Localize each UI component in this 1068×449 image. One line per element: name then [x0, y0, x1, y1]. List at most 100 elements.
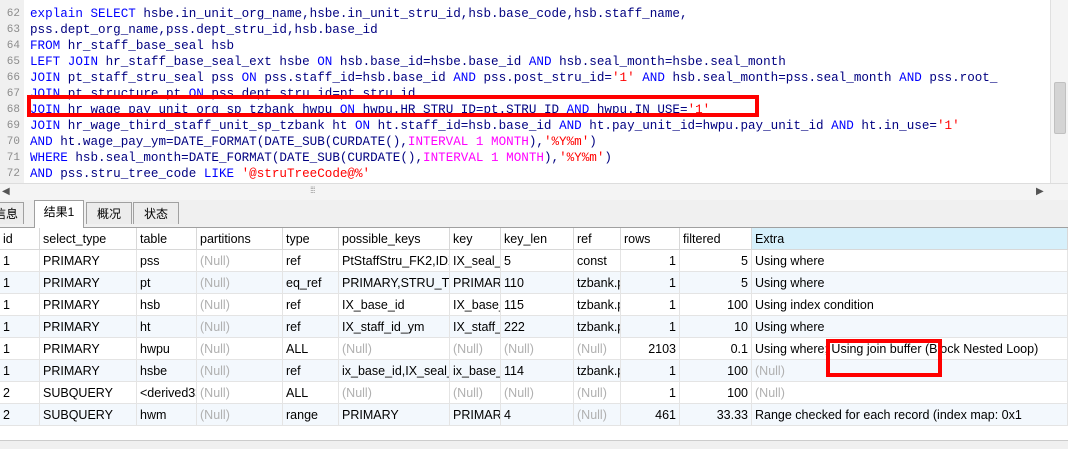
- table-cell[interactable]: (Null): [574, 404, 621, 426]
- table-cell[interactable]: 2: [0, 382, 40, 404]
- tab-info[interactable]: 信息: [0, 202, 24, 224]
- code-text[interactable]: AND ht.wage_pay_ym=DATE_FORMAT(DATE_SUB(…: [30, 134, 597, 151]
- table-cell[interactable]: 0.1: [680, 338, 752, 360]
- table-cell[interactable]: eq_ref: [283, 272, 339, 294]
- table-cell[interactable]: PRIMARY: [40, 272, 137, 294]
- table-cell[interactable]: 1: [621, 316, 680, 338]
- table-cell[interactable]: 2103: [621, 338, 680, 360]
- code-line[interactable]: 72 AND pss.stru_tree_code LIKE '@struTree…: [0, 166, 1050, 183]
- column-header-possible-keys[interactable]: possible_keys: [339, 228, 450, 250]
- table-cell[interactable]: IX_seal_r: [450, 250, 501, 272]
- table-cell[interactable]: const: [574, 250, 621, 272]
- editor-vertical-scrollbar[interactable]: [1050, 0, 1068, 183]
- table-cell[interactable]: pss: [137, 250, 197, 272]
- table-cell[interactable]: (Null): [752, 382, 1068, 404]
- table-cell[interactable]: 461: [621, 404, 680, 426]
- table-cell[interactable]: PtStaffStru_FK2,IDX: [339, 250, 450, 272]
- column-header-ref[interactable]: ref: [574, 228, 621, 250]
- table-cell[interactable]: Range checked for each record (index map…: [752, 404, 1068, 426]
- table-row[interactable]: 1 PRIMARY ht (Null) ref IX_staff_id_ym IX_staf…: [0, 316, 1068, 338]
- table-cell[interactable]: 33.33: [680, 404, 752, 426]
- tab-result1[interactable]: 结果1: [34, 200, 84, 228]
- table-cell[interactable]: 1: [0, 294, 40, 316]
- table-cell[interactable]: 115: [501, 294, 574, 316]
- table-cell[interactable]: tzbank.p: [574, 316, 621, 338]
- table-cell[interactable]: 5: [501, 250, 574, 272]
- code-line[interactable]: 66 JOIN pt_staff_stru_seal pss ON pss.sta…: [0, 70, 1050, 87]
- code-line[interactable]: 64 FROM hr_staff_base_seal hsb: [0, 38, 1050, 55]
- scroll-left-icon[interactable]: ◀: [2, 186, 14, 198]
- table-cell[interactable]: PRIMARY,STRU_TR: [339, 272, 450, 294]
- table-cell[interactable]: 1: [621, 294, 680, 316]
- tab-profile[interactable]: 概况: [86, 202, 132, 224]
- table-cell[interactable]: 110: [501, 272, 574, 294]
- explain-result-grid[interactable]: id select_type table partitions type possible…: [0, 228, 1068, 448]
- table-cell[interactable]: ALL: [283, 382, 339, 404]
- table-row[interactable]: 2 SUBQUERY hwm (Null) range PRIMARY PRIMAR 4 (Nu…: [0, 404, 1068, 426]
- code-line[interactable]: 71 WHERE hsb.seal_month=DATE_FORMAT(DATE_…: [0, 150, 1050, 167]
- table-cell[interactable]: (Null): [197, 382, 283, 404]
- table-cell[interactable]: hwpu: [137, 338, 197, 360]
- column-header-table[interactable]: table: [137, 228, 197, 250]
- table-cell[interactable]: range: [283, 404, 339, 426]
- table-cell[interactable]: 114: [501, 360, 574, 382]
- table-row[interactable]: 1 PRIMARY pt (Null) eq_ref PRIMARY,STRU_TR PRI…: [0, 272, 1068, 294]
- table-cell[interactable]: (Null): [574, 338, 621, 360]
- table-cell[interactable]: 1: [0, 338, 40, 360]
- code-line[interactable]: 70 AND ht.wage_pay_ym=DATE_FORMAT(DATE_SU…: [0, 134, 1050, 151]
- sql-editor[interactable]: 62 explain SELECT hsbe.in_unit_org_name,h…: [0, 0, 1068, 183]
- table-cell[interactable]: PRIMARY: [40, 338, 137, 360]
- table-cell[interactable]: 1: [0, 316, 40, 338]
- table-cell[interactable]: PRIMARY: [339, 404, 450, 426]
- table-cell[interactable]: (Null): [197, 272, 283, 294]
- table-cell[interactable]: ALL: [283, 338, 339, 360]
- table-cell[interactable]: 1: [621, 382, 680, 404]
- table-cell[interactable]: 10: [680, 316, 752, 338]
- table-cell[interactable]: ref: [283, 316, 339, 338]
- table-cell[interactable]: PRIMARY: [40, 316, 137, 338]
- table-cell[interactable]: PRIMARY: [450, 272, 501, 294]
- table-cell[interactable]: <derived3>: [137, 382, 197, 404]
- table-cell[interactable]: pt: [137, 272, 197, 294]
- column-header-filtered[interactable]: filtered: [680, 228, 752, 250]
- table-row[interactable]: 2 SUBQUERY <derived3> (Null) ALL (Null) (Null)…: [0, 382, 1068, 404]
- column-header-rows[interactable]: rows: [621, 228, 680, 250]
- table-cell[interactable]: 100: [680, 382, 752, 404]
- table-cell[interactable]: PRIMARY: [40, 250, 137, 272]
- code-text[interactable]: WHERE hsb.seal_month=DATE_FORMAT(DATE_SU…: [30, 150, 612, 167]
- table-cell[interactable]: (Null): [197, 338, 283, 360]
- table-cell[interactable]: IX_base_id: [339, 294, 450, 316]
- table-cell[interactable]: 4: [501, 404, 574, 426]
- table-cell[interactable]: (Null): [574, 382, 621, 404]
- table-cell[interactable]: (Null): [501, 338, 574, 360]
- scroll-right-icon[interactable]: ▶: [1036, 186, 1048, 198]
- table-cell[interactable]: hwm: [137, 404, 197, 426]
- table-cell[interactable]: (Null): [197, 404, 283, 426]
- table-cell[interactable]: hsbe: [137, 360, 197, 382]
- table-cell[interactable]: 5: [680, 250, 752, 272]
- column-header-select-type[interactable]: select_type: [40, 228, 137, 250]
- column-header-key-len[interactable]: key_len: [501, 228, 574, 250]
- code-text[interactable]: explain SELECT hsbe.in_unit_org_name,hsb…: [30, 6, 688, 23]
- table-cell[interactable]: 2: [0, 404, 40, 426]
- table-cell[interactable]: Using index condition: [752, 294, 1068, 316]
- code-text[interactable]: FROM hr_staff_base_seal hsb: [30, 38, 234, 55]
- splitter-grip-icon[interactable]: ⁞⁞⁞: [310, 185, 324, 197]
- table-cell[interactable]: (Null): [501, 382, 574, 404]
- table-cell[interactable]: tzbank.p: [574, 294, 621, 316]
- column-header-type[interactable]: type: [283, 228, 339, 250]
- table-cell[interactable]: SUBQUERY: [40, 382, 137, 404]
- table-cell[interactable]: 1: [0, 250, 40, 272]
- column-header-extra[interactable]: Extra: [752, 228, 1068, 250]
- table-cell[interactable]: SUBQUERY: [40, 404, 137, 426]
- table-row[interactable]: 1 PRIMARY hsb (Null) ref IX_base_id IX_base_ 11…: [0, 294, 1068, 316]
- table-cell[interactable]: (Null): [197, 316, 283, 338]
- table-cell[interactable]: PRIMAR: [450, 404, 501, 426]
- table-cell[interactable]: PRIMARY: [40, 294, 137, 316]
- table-cell[interactable]: Using where: [752, 272, 1068, 294]
- table-row[interactable]: 1 PRIMARY pss (Null) ref PtStaffStru_FK2,IDX I…: [0, 250, 1068, 272]
- code-text[interactable]: LEFT JOIN hr_staff_base_seal_ext hsbe ON…: [30, 54, 786, 71]
- tab-status[interactable]: 状态: [133, 202, 179, 224]
- table-cell[interactable]: (Null): [197, 360, 283, 382]
- table-cell[interactable]: 1: [621, 272, 680, 294]
